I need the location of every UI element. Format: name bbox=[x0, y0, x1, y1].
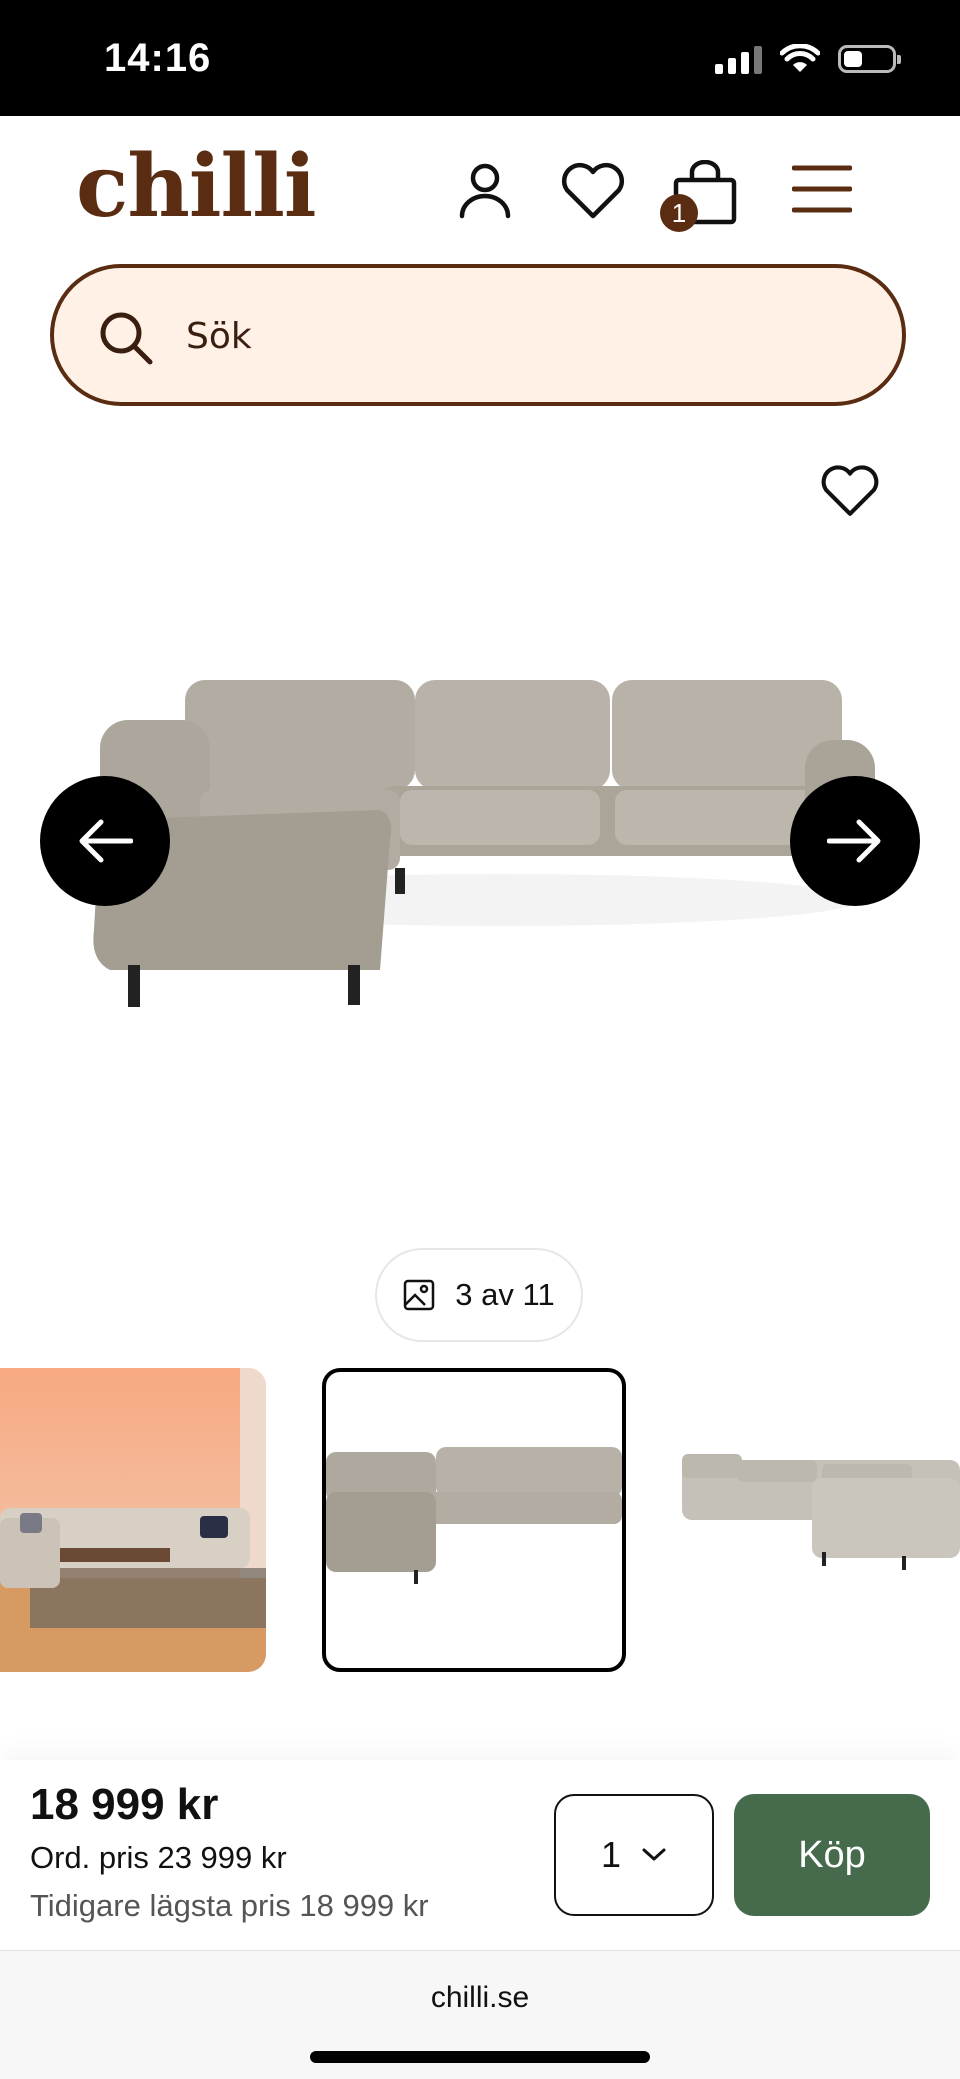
image-counter[interactable]: 3 av 11 bbox=[375, 1248, 583, 1342]
previous-image-button[interactable] bbox=[40, 776, 170, 906]
arrow-left-icon bbox=[79, 819, 133, 863]
url-text[interactable]: chilli.se bbox=[0, 1981, 960, 2015]
search-icon bbox=[100, 312, 153, 365]
chevron-down-icon bbox=[642, 1848, 666, 1861]
thumbnail-room-scene[interactable] bbox=[0, 1368, 266, 1672]
status-bar: 14:16 bbox=[0, 0, 960, 116]
search-input[interactable] bbox=[184, 302, 828, 370]
favorite-product-heart-icon[interactable] bbox=[818, 462, 882, 520]
image-icon bbox=[404, 1279, 435, 1311]
search-bar[interactable] bbox=[50, 264, 906, 406]
next-image-button[interactable] bbox=[790, 776, 920, 906]
quantity-value: 1 bbox=[600, 1834, 622, 1875]
thumbnail-selected[interactable] bbox=[322, 1368, 626, 1672]
current-price: 18 999 kr bbox=[30, 1780, 219, 1829]
status-icons bbox=[715, 44, 901, 74]
user-icon[interactable] bbox=[454, 160, 516, 222]
ordinary-price: Ord. pris 23 999 kr bbox=[30, 1840, 287, 1875]
chilli-logo[interactable]: chilli bbox=[76, 136, 317, 237]
lowest-price: Tidigare lägsta pris 18 999 kr bbox=[30, 1888, 429, 1923]
browser-url-bar: chilli.se bbox=[0, 1950, 960, 2079]
signal-icon bbox=[715, 44, 762, 74]
buy-bar: 18 999 kr Ord. pris 23 999 kr Tidigare l… bbox=[0, 1760, 960, 1950]
site-header: chilli 1 bbox=[0, 116, 960, 261]
heart-icon[interactable] bbox=[558, 160, 628, 222]
image-counter-label: 3 av 11 bbox=[455, 1277, 555, 1312]
quantity-select[interactable]: 1 bbox=[554, 1794, 714, 1916]
thumbnail-image bbox=[0, 1368, 266, 1672]
wifi-icon bbox=[780, 44, 820, 72]
arrow-right-icon bbox=[827, 819, 881, 863]
thumbnail-image bbox=[326, 1447, 622, 1584]
thumbnail-back-view[interactable] bbox=[682, 1368, 960, 1672]
status-time: 14:16 bbox=[104, 36, 212, 80]
home-indicator bbox=[310, 2051, 650, 2063]
product-image bbox=[93, 680, 875, 1007]
cart-count-badge: 1 bbox=[660, 194, 698, 232]
thumbnail-image bbox=[682, 1454, 960, 1570]
buy-button[interactable]: Köp bbox=[734, 1794, 930, 1916]
menu-icon[interactable] bbox=[792, 164, 852, 214]
battery-icon bbox=[838, 45, 901, 73]
